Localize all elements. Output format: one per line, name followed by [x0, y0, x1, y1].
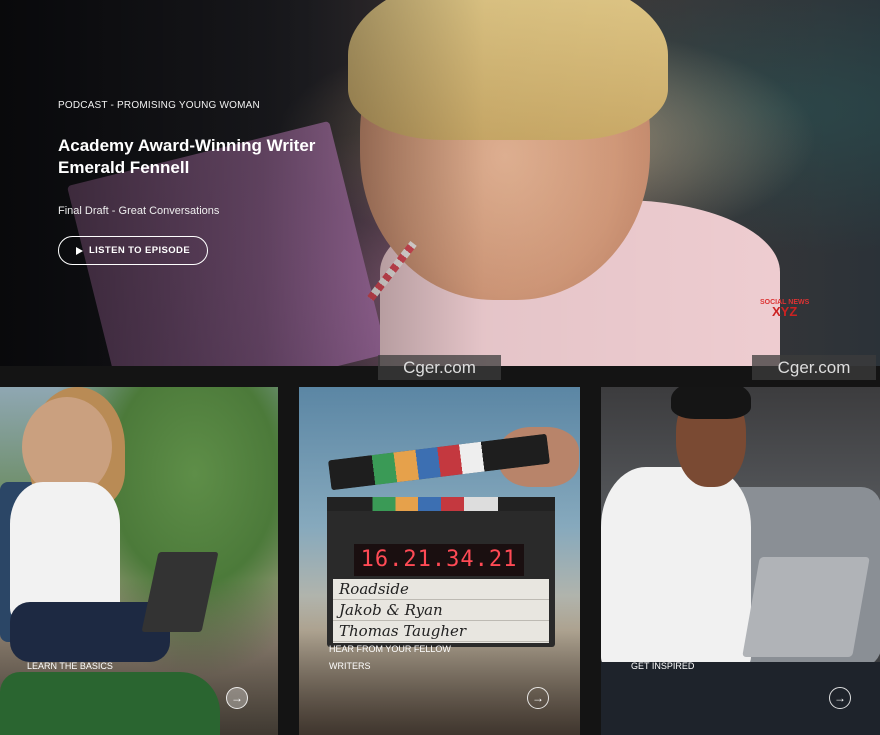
watermark-right: Cger.com	[752, 355, 876, 380]
clapperboard-stripe	[327, 497, 555, 511]
card-get-inspired[interactable]: GET INSPIRED →	[601, 387, 880, 735]
hero-kicker: PODCAST - PROMISING YOUNG WOMAN	[58, 100, 260, 111]
card-label: HEAR FROM YOUR FELLOW WRITERS	[329, 641, 451, 675]
card-image-mat	[0, 672, 220, 735]
hero-content: PODCAST - PROMISING YOUNG WOMAN Academy …	[58, 100, 358, 265]
listen-button-label: LISTEN TO EPISODE	[88, 245, 191, 256]
card-learn-the-basics[interactable]: LEARN THE BASICS →	[0, 387, 278, 735]
slate-line: Thomas Taugher	[339, 622, 467, 640]
arrow-right-icon[interactable]: →	[527, 687, 549, 709]
slate-line: Jakob & Ryan	[339, 601, 443, 619]
watermark-logo: SOCIAL NEWS XYZ	[760, 298, 809, 319]
hero-subtitle: Final Draft - Great Conversations	[58, 205, 220, 217]
clapperboard-slate: Roadside Jakob & Ryan Thomas Taugher	[333, 579, 549, 643]
clapperboard-timecode: 16.21.34.21	[354, 544, 524, 576]
hero-banner: PODCAST - PROMISING YOUNG WOMAN Academy …	[0, 0, 880, 366]
card-label-line: HEAR FROM YOUR FELLOW	[329, 644, 451, 654]
card-hear-from-writers[interactable]: 16.21.34.21 Roadside Jakob & Ryan Thomas…	[299, 387, 580, 735]
card-image-laptop	[742, 557, 870, 657]
arrow-right-icon[interactable]: →	[829, 687, 851, 709]
watermark-center: Cger.com	[378, 355, 501, 380]
slate-line: Roadside	[339, 580, 409, 598]
watermark-logo-main: XYZ	[771, 304, 798, 319]
listen-to-episode-button[interactable]: LISTEN TO EPISODE	[58, 236, 208, 265]
card-label: LEARN THE BASICS	[27, 661, 113, 671]
arrow-right-icon[interactable]: →	[226, 687, 248, 709]
hero-title: Academy Award-Winning Writer Emerald Fen…	[58, 136, 316, 177]
card-image-hair	[671, 387, 751, 419]
card-image-shirt	[10, 482, 120, 622]
card-label: GET INSPIRED	[631, 661, 695, 671]
card-label-line: WRITERS	[329, 661, 371, 671]
card-image-shirt	[601, 467, 751, 667]
play-icon	[75, 246, 83, 255]
card-image-laptop	[141, 552, 219, 632]
